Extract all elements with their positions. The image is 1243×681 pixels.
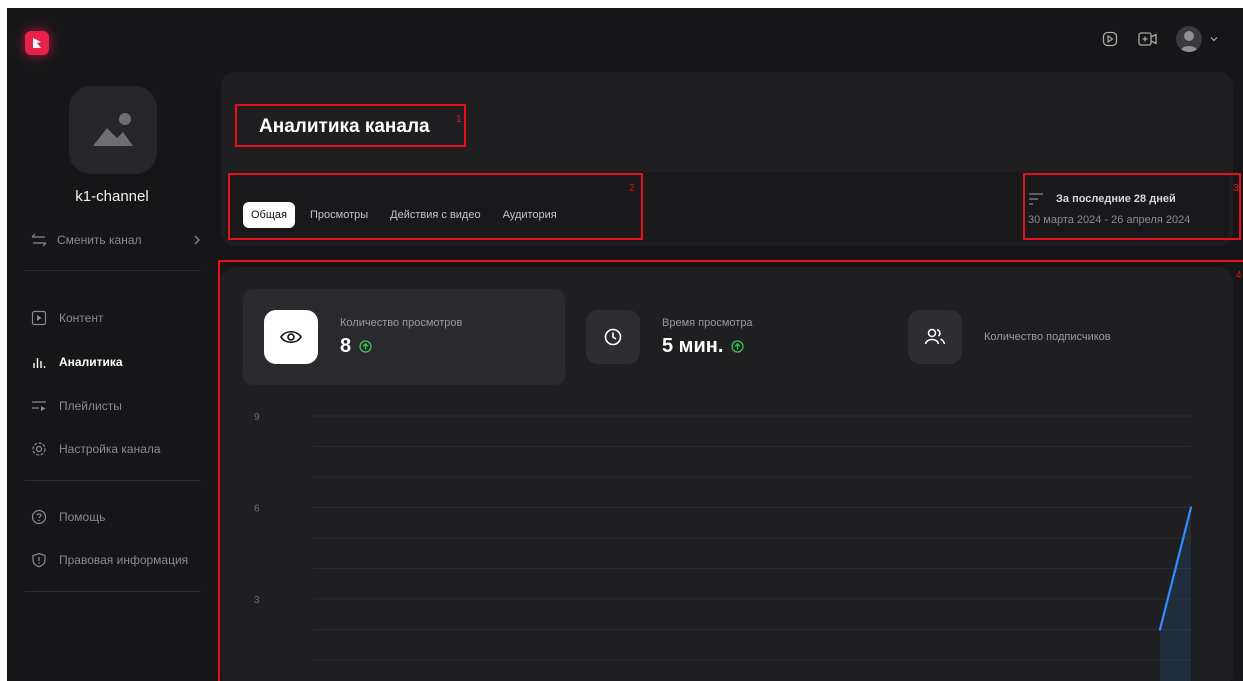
channel-avatar — [69, 86, 157, 174]
playlist-square-icon[interactable] — [1100, 29, 1120, 49]
content-icon — [31, 310, 47, 326]
sidebar-item-content[interactable]: Контент — [31, 310, 103, 326]
sidebar-divider — [25, 270, 201, 271]
sidebar-item-analytics[interactable]: Аналитика — [31, 354, 123, 370]
marker-box-title — [235, 104, 466, 147]
user-avatar-icon[interactable] — [1176, 26, 1202, 52]
sidebar-item-help[interactable]: Помощь — [31, 509, 105, 525]
user-menu[interactable] — [1176, 26, 1218, 52]
sidebar-item-label: Помощь — [59, 510, 106, 524]
sidebar-divider — [25, 591, 201, 592]
sidebar-item-label: Аналитика — [59, 355, 123, 369]
sidebar-item-playlists[interactable]: Плейлисты — [31, 398, 122, 414]
sidebar-item-label: Настройка канала — [59, 442, 161, 456]
sidebar-item-legal[interactable]: Правовая информация — [31, 552, 188, 568]
sidebar-item-label: Контент — [59, 311, 104, 325]
add-video-icon[interactable] — [1138, 29, 1158, 49]
channel-name: k1-channel — [75, 188, 149, 205]
chevron-down-icon[interactable] — [1210, 36, 1218, 42]
marker-box-tabs — [228, 173, 643, 240]
switch-arrows-icon — [31, 233, 47, 247]
sidebar-item-label: Правовая информация — [59, 553, 189, 567]
chevron-right-icon — [194, 235, 200, 245]
marker-box-main — [218, 260, 1243, 681]
image-placeholder-icon — [93, 113, 133, 146]
switch-channel-label: Сменить канал — [57, 233, 142, 247]
settings-icon — [32, 442, 46, 456]
marker-number: 1 — [456, 114, 462, 125]
sidebar: k1-channel Сменить канал Контент Аналити… — [7, 68, 217, 681]
logo-icon[interactable] — [25, 31, 49, 55]
topbar-actions — [1100, 26, 1218, 52]
sidebar-divider — [25, 480, 201, 481]
switch-channel-button[interactable]: Сменить канал — [31, 232, 201, 248]
marker-box-period — [1023, 173, 1241, 240]
help-icon — [31, 509, 47, 525]
analytics-icon — [33, 358, 46, 368]
sidebar-item-channel-settings[interactable]: Настройка канала — [31, 441, 161, 457]
legal-shield-icon — [32, 552, 46, 568]
marker-number: 3 — [1233, 183, 1239, 194]
marker-number: 2 — [629, 183, 635, 194]
app-window: k1-channel Сменить канал Контент Аналити… — [7, 8, 1243, 681]
marker-number: 4 — [1236, 270, 1242, 281]
playlist-icon — [32, 401, 46, 411]
sidebar-item-label: Плейлисты — [59, 399, 122, 413]
